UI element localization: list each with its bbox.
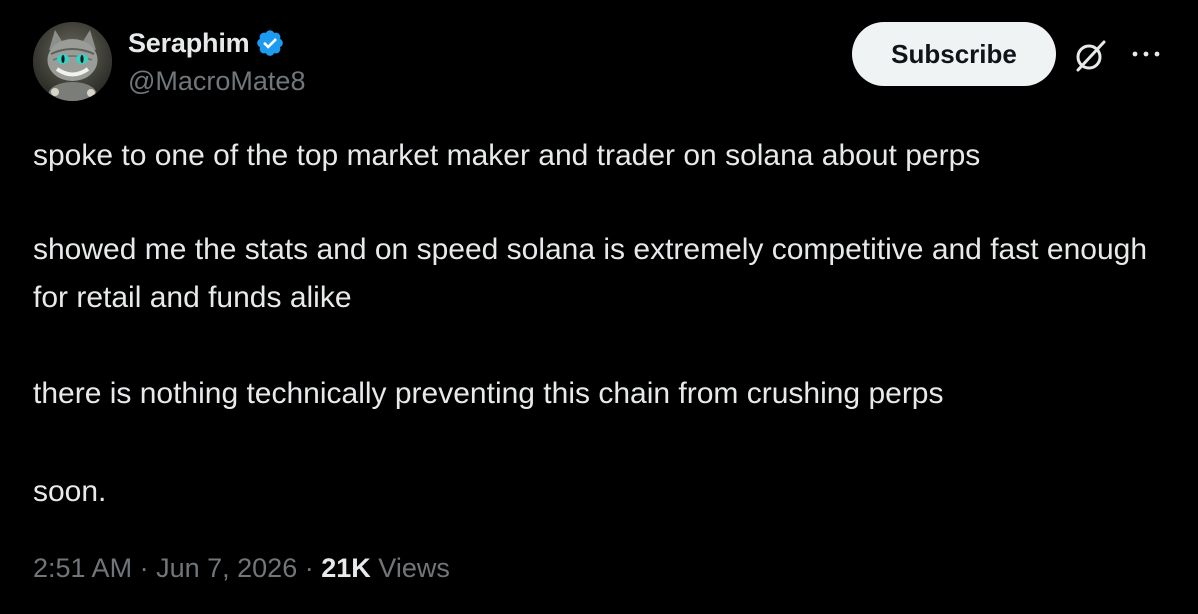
author-name-row[interactable]: Seraphim <box>128 26 285 60</box>
cat-avatar-icon <box>33 22 112 101</box>
tweet-card: Seraphim @MacroMate8 Subscribe spoke to … <box>0 0 1198 614</box>
author-display-name[interactable]: Seraphim <box>128 28 250 59</box>
avatar[interactable] <box>33 22 112 101</box>
author-handle[interactable]: @MacroMate8 <box>128 66 305 97</box>
post-time[interactable]: 2:51 AM <box>33 553 132 583</box>
views-label[interactable]: Views <box>378 553 450 583</box>
grok-icon[interactable] <box>1070 36 1110 76</box>
post-paragraph: showed me the stats and on speed solana … <box>33 233 1147 314</box>
views-count[interactable]: 21K <box>321 553 371 583</box>
post-meta: 2:51 AM · Jun 7, 2026 · 21K Views <box>33 548 450 588</box>
more-options-icon[interactable] <box>1128 40 1164 68</box>
post-date[interactable]: Jun 7, 2026 <box>156 553 297 583</box>
meta-separator: · <box>139 553 149 583</box>
post-paragraph: there is nothing technically preventing … <box>33 377 944 410</box>
post-paragraph: soon. <box>33 475 107 508</box>
post-paragraph: spoke to one of the top market maker and… <box>33 139 981 172</box>
subscribe-button[interactable]: Subscribe <box>852 22 1056 86</box>
meta-separator: · <box>304 553 314 583</box>
verified-badge-icon[interactable] <box>255 28 285 58</box>
